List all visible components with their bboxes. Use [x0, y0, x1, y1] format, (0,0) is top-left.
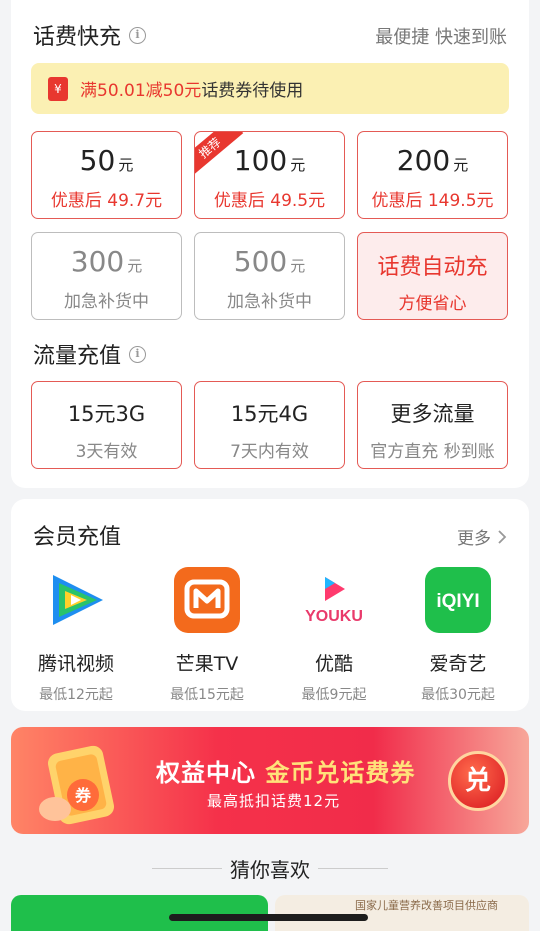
tile-sub: 官方直充 秒到账: [370, 442, 495, 462]
tile-title: 15元3G: [67, 402, 146, 426]
tencent-video-icon: [53, 575, 103, 625]
yuan-ticket-icon: ¥: [48, 76, 68, 101]
tile-status: 加急补货中: [227, 292, 312, 312]
recharge-title: 话费快充: [33, 25, 122, 50]
data-tile-4g[interactable]: 15元4G 7天内有效: [194, 381, 345, 469]
tile-unit: 元: [290, 156, 306, 174]
tile-sub: 7天内有效: [230, 442, 309, 462]
data-title: 流量充值: [33, 344, 122, 369]
mango-tv-icon: [174, 567, 240, 633]
tile-status: 加急补货中: [64, 292, 149, 312]
banner-title-b: 金币兑话费券: [265, 759, 416, 787]
rights-center-banner[interactable]: 券 权益中心 金币兑话费券 最高抵扣话费12元 兑: [11, 727, 529, 834]
app-youku[interactable]: YOUKU 优酷 最低9元起: [275, 567, 393, 704]
iqiyi-icon: iQIYI: [425, 567, 491, 633]
banner-title-a: 权益中心: [156, 759, 256, 787]
tile-100[interactable]: 推荐 100 元 优惠后 49.5元: [194, 131, 345, 219]
info-icon[interactable]: i: [129, 345, 147, 363]
vip-more-link[interactable]: 更多: [457, 524, 507, 549]
tile-300[interactable]: 300 元 加急补货中: [31, 232, 182, 320]
feed-card-beige[interactable]: 国家儿童营养改善项目供应商: [275, 895, 529, 931]
recharge-tagline: 最便捷 快速到账: [375, 27, 507, 48]
app-name: 腾讯视频: [37, 653, 114, 675]
app-name: 优酷: [314, 653, 353, 675]
chevron-right-icon: [498, 529, 507, 544]
coupon-highlight: 满50.01减50元: [80, 81, 202, 101]
coupon-banner[interactable]: ¥ 满50.01减50元 话费券待使用: [31, 63, 509, 114]
redeem-button[interactable]: 兑: [448, 751, 508, 811]
tile-amount: 50: [79, 144, 116, 177]
divider-right: [318, 868, 388, 869]
data-tile-more[interactable]: 更多流量 官方直充 秒到账: [357, 381, 508, 469]
tile-title: 更多流量: [390, 402, 475, 426]
iqiyi-logo-text: iQIYI: [436, 591, 479, 612]
recharge-header: 话费快充 i: [33, 19, 147, 51]
tile-price: 优惠后 49.7元: [50, 191, 163, 211]
app-name: 爱奇艺: [429, 653, 487, 675]
home-indicator[interactable]: [169, 914, 368, 921]
youku-icon: YOUKU: [305, 577, 363, 625]
banner-title: 权益中心 金币兑话费券: [156, 753, 415, 788]
tile-title: 15元4G: [230, 402, 309, 426]
tile-amount: 500: [233, 245, 288, 278]
tile-unit: 元: [118, 156, 134, 174]
tile-title: 话费自动充: [377, 255, 488, 280]
data-header: 流量充值 i: [33, 338, 147, 370]
more-label: 更多: [457, 529, 491, 549]
coupon-text: 话费券待使用: [201, 81, 304, 101]
data-tile-3g[interactable]: 15元3G 3天有效: [31, 381, 182, 469]
tile-amount: 300: [70, 245, 125, 278]
feed-card-text: 国家儿童营养改善项目供应商: [355, 899, 498, 912]
vip-title: 会员充值: [33, 525, 122, 550]
app-price: 最低15元起: [170, 687, 244, 703]
coupon-art-label: 券: [74, 786, 92, 805]
app-price: 最低30元起: [421, 687, 495, 703]
tile-price: 优惠后 149.5元: [371, 191, 494, 211]
banner-subtitle: 最高抵扣话费12元: [207, 792, 341, 810]
app-name: 芒果TV: [175, 653, 239, 675]
app-mango-tv[interactable]: 芒果TV 最低15元起: [148, 567, 266, 704]
recharge-card: 话费快充 i 最便捷 快速到账 ¥ 满50.01减50元 话费券待使用 50 元 …: [11, 0, 529, 488]
feed-card-green[interactable]: [11, 895, 268, 931]
tile-sub: 方便省心: [398, 294, 467, 314]
tile-50[interactable]: 50 元 优惠后 49.7元: [31, 131, 182, 219]
coupon-phone-illustration: 券: [39, 745, 115, 825]
tile-amount: 100: [233, 144, 288, 177]
tile-unit: 元: [453, 156, 469, 174]
app-price: 最低9元起: [301, 687, 367, 703]
youku-logo-text: YOUKU: [305, 608, 363, 625]
tile-auto-recharge[interactable]: 话费自动充 方便省心: [357, 232, 508, 320]
vip-card: 会员充值 更多 腾讯视频 最低12元起 芒果TV 最低15元起 YOUKU 优酷…: [11, 499, 529, 711]
tile-unit: 元: [290, 257, 306, 275]
tile-sub: 3天有效: [75, 442, 138, 462]
tile-price: 优惠后 49.5元: [213, 191, 326, 211]
app-iqiyi[interactable]: iQIYI 爱奇艺 最低30元起: [399, 567, 517, 704]
tile-unit: 元: [127, 257, 143, 275]
app-price: 最低12元起: [39, 687, 113, 703]
app-tencent-video[interactable]: 腾讯视频 最低12元起: [17, 567, 135, 704]
tile-amount: 200: [396, 144, 451, 177]
tile-200[interactable]: 200 元 优惠后 149.5元: [357, 131, 508, 219]
guess-you-like-title: 猜你喜欢: [230, 858, 310, 882]
tile-500[interactable]: 500 元 加急补货中: [194, 232, 345, 320]
info-icon[interactable]: i: [129, 26, 147, 44]
